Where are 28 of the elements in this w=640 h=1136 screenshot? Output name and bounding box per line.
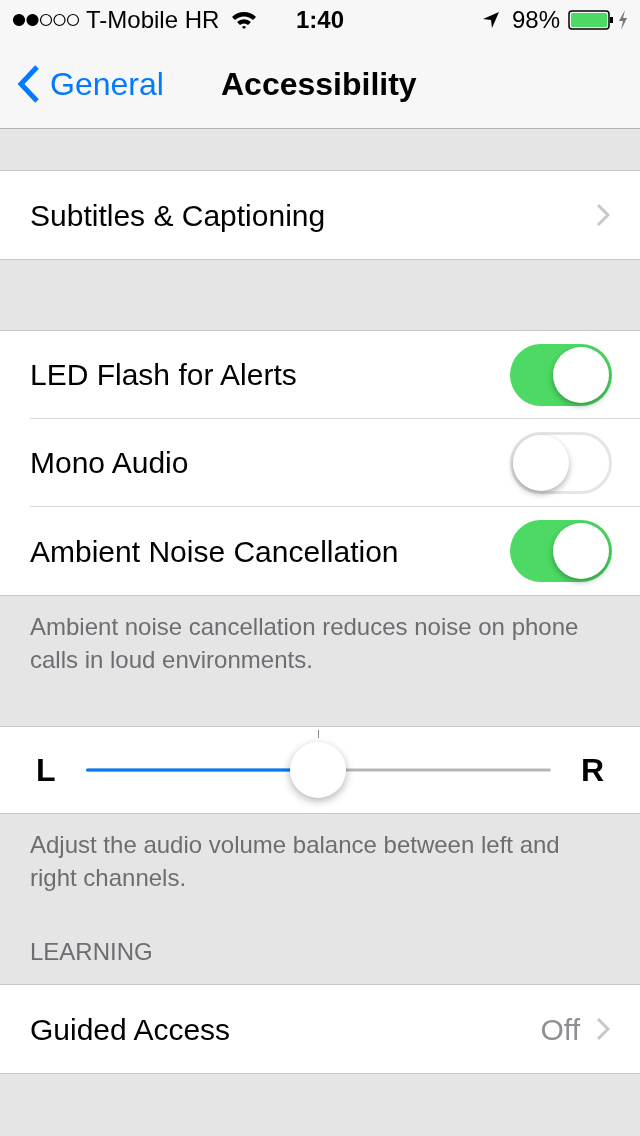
charging-bolt-icon: [618, 10, 628, 30]
row-label: Subtitles & Captioning: [30, 197, 327, 234]
chevron-icon: [596, 203, 610, 227]
toggle-switch[interactable]: [510, 343, 612, 406]
row-label: Ambient Noise Cancellation: [30, 533, 400, 570]
section-header: LEARNING: [29, 937, 154, 967]
toggle-switch[interactable]: [510, 520, 612, 582]
row-label: Mono Audio: [30, 445, 190, 481]
location-arrow-icon: [481, 11, 500, 29]
slider-thumb[interactable]: [290, 742, 347, 798]
row-label: LED Flash for Alerts: [30, 357, 298, 393]
toggle-switch[interactable]: [510, 431, 612, 494]
battery-percent: 98%: [511, 5, 560, 35]
nav-title: Accessibility: [221, 65, 417, 104]
footer-note: Ambient noise cancellation reduces noise on phone calls in loud environments.: [29, 612, 580, 675]
carrier-name: T-Mobile HR: [86, 5, 220, 35]
row-value: Off: [540, 1011, 580, 1048]
signal-icon: [12, 13, 80, 27]
right-label: R: [580, 751, 604, 790]
wifi-icon: [231, 10, 258, 30]
status-time: 1:40: [296, 5, 345, 35]
row-label: Guided Access: [30, 1011, 232, 1048]
back-chevron-icon: [16, 64, 40, 104]
battery-icon: [568, 9, 614, 31]
footer-note: Adjust the audio volume balance between left and right channels.: [29, 830, 561, 893]
chevron-icon: [596, 1017, 610, 1041]
left-label: L: [36, 751, 56, 790]
back-button[interactable]: General: [0, 60, 164, 108]
